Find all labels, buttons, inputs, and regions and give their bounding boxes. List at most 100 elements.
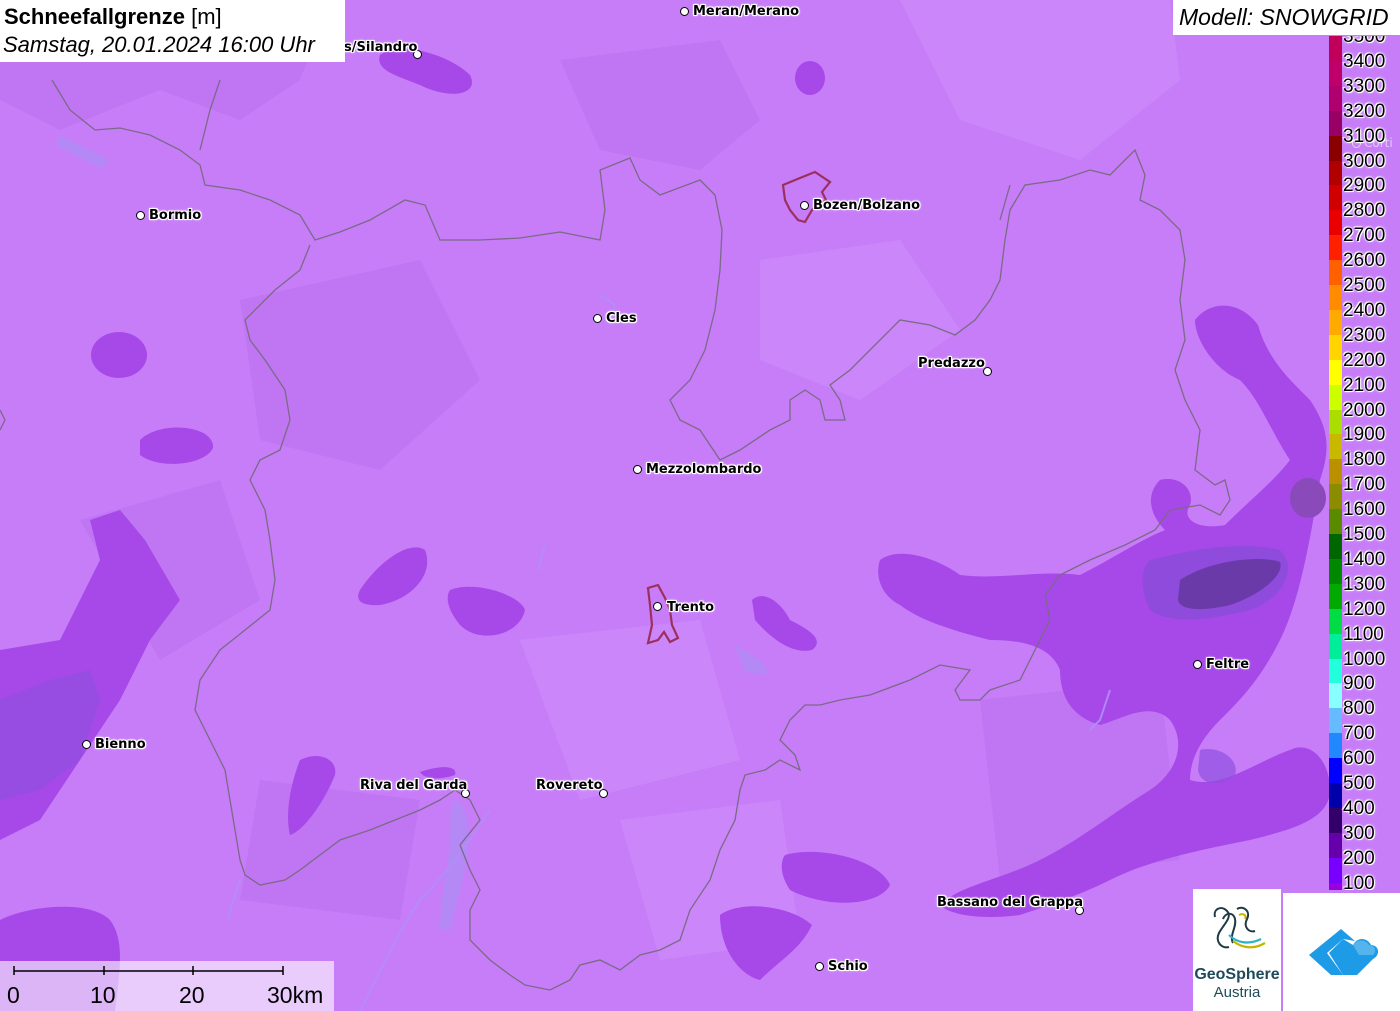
legend-label: 1500 [1343,524,1386,545]
geosphere-mark-icon [1213,906,1266,949]
legend-label: 1100 [1343,623,1384,645]
city-label: Trento [667,600,715,615]
geosphere-line1: GeoSphere [1194,966,1280,983]
title-main: Schneefallgrenze [4,4,185,29]
legend-label: 100 [1343,872,1375,890]
legend-label: 2800 [1343,200,1386,222]
legend-item: 1000 [1329,647,1400,685]
legend-item: 600 [1329,746,1400,784]
legend-item: 2300 [1329,323,1400,361]
legend-item: 900 [1329,671,1400,710]
scale-label-20: 20 [179,982,205,1008]
legend-label: 2200 [1343,349,1386,371]
city-marker [82,740,91,749]
title-box: Schneefallgrenze [m] Samstag, 20.01.2024… [0,0,345,62]
legend-label: 1400 [1343,548,1386,570]
legend-label: 400 [1343,797,1375,819]
legend-item: 1100 [1329,622,1400,660]
legend-label: 3100 [1343,125,1386,147]
legend-label: 1700 [1343,474,1386,496]
scale-label-30: 30km [267,982,324,1008]
legend-item: 3500 [1329,36,1400,62]
legend-label: 3000 [1343,150,1386,172]
scale-bar: 0 10 20 30km [0,961,334,1011]
city-marker [633,465,642,474]
city-label: Feltre [1206,657,1250,672]
legend-label: 600 [1343,748,1375,770]
legend-item: 2400 [1329,298,1400,336]
legend-item: 3200 [1329,99,1400,137]
legend-label: 1800 [1343,449,1386,471]
legend-item: 500 [1329,771,1400,809]
model-box: Modell: SNOWGRID [1173,0,1400,35]
city-label: Bassano del Grappa [937,895,1083,910]
legend-item: 2900 [1329,173,1400,212]
city-marker [815,962,824,971]
legend-item: 100 [1329,871,1400,890]
city-label: Riva del Garda [360,778,468,793]
legend-item: 2000 [1329,398,1400,436]
legend-label: 2000 [1343,399,1386,421]
legend-label: 1000 [1343,648,1386,670]
legend-label: 300 [1343,822,1375,844]
legend-item: 2800 [1329,198,1400,237]
legend-label: 3300 [1343,75,1386,97]
snowfall-map[interactable] [0,0,1400,1011]
legend-label: 1600 [1343,499,1386,521]
legend-label: 2700 [1343,225,1386,247]
cloud-arrow-icon [1309,929,1379,975]
legend-label: 2900 [1343,175,1386,197]
legend-item: 2200 [1329,348,1400,386]
city-label: s/Silandro [344,40,418,55]
city-label: Bienno [95,737,146,752]
city-marker [1193,660,1202,669]
legend-item: 2100 [1329,373,1400,411]
legend-item: 2600 [1329,248,1400,286]
geosphere-line2: Austria [1213,984,1261,1001]
legend-item: 400 [1329,796,1400,834]
city-label: Mezzolombardo [646,462,762,477]
legend-item: 300 [1329,821,1400,859]
legend-item: 1200 [1329,597,1400,635]
city-label: Bozen/Bolzano [813,198,921,213]
legend-label: 200 [1343,847,1375,869]
city-label: Schio [828,959,868,974]
legend-label: 3400 [1343,50,1386,72]
legend-item: 700 [1329,721,1400,760]
legend-label: 2400 [1343,299,1386,321]
legend-item: 2500 [1329,273,1400,311]
legend-item: 3400 [1329,49,1400,87]
title-unit: [m] [191,4,222,29]
city-marker [680,7,689,16]
geosphere-logo[interactable]: GeoSphere Austria [1193,889,1281,1011]
scale-label-0: 0 [7,982,20,1008]
city-marker [800,201,809,210]
color-legend: 3500 3400 3300 3200 3100 3000 2900 2800 2700 2600… [1329,36,1400,890]
legend-item: 800 [1329,696,1400,735]
legend-label: 1900 [1343,424,1386,446]
map-datetime: Samstag, 20.01.2024 16:00 Uhr [3,32,315,57]
legend-item: 1400 [1329,547,1400,585]
legend-item: 200 [1329,846,1400,884]
legend-item: 2700 [1329,223,1400,262]
map-title: Schneefallgrenze [m] [4,4,222,30]
legend-item: 3100 [1329,124,1400,162]
city-label: Rovereto [536,778,603,793]
legend-item: 1900 [1329,422,1400,461]
legend-label: 2100 [1343,374,1386,396]
legend-label: 1300 [1343,573,1386,595]
weather-app-logo[interactable] [1283,893,1400,1011]
legend-item: 3300 [1329,74,1400,112]
model-label: Modell: SNOWGRID [1179,4,1389,30]
legend-label: 800 [1343,698,1375,720]
city-marker [136,211,145,220]
city-label: Meran/Merano [693,4,800,19]
legend-label: 2500 [1343,275,1386,296]
legend-item: 1500 [1329,522,1400,560]
legend-item: 1700 [1329,472,1400,511]
legend-label: 700 [1343,723,1375,745]
legend-item: 1300 [1329,572,1400,610]
legend-label: 2600 [1343,250,1386,272]
legend-label: 500 [1343,773,1375,794]
legend-label: 2300 [1343,324,1386,346]
